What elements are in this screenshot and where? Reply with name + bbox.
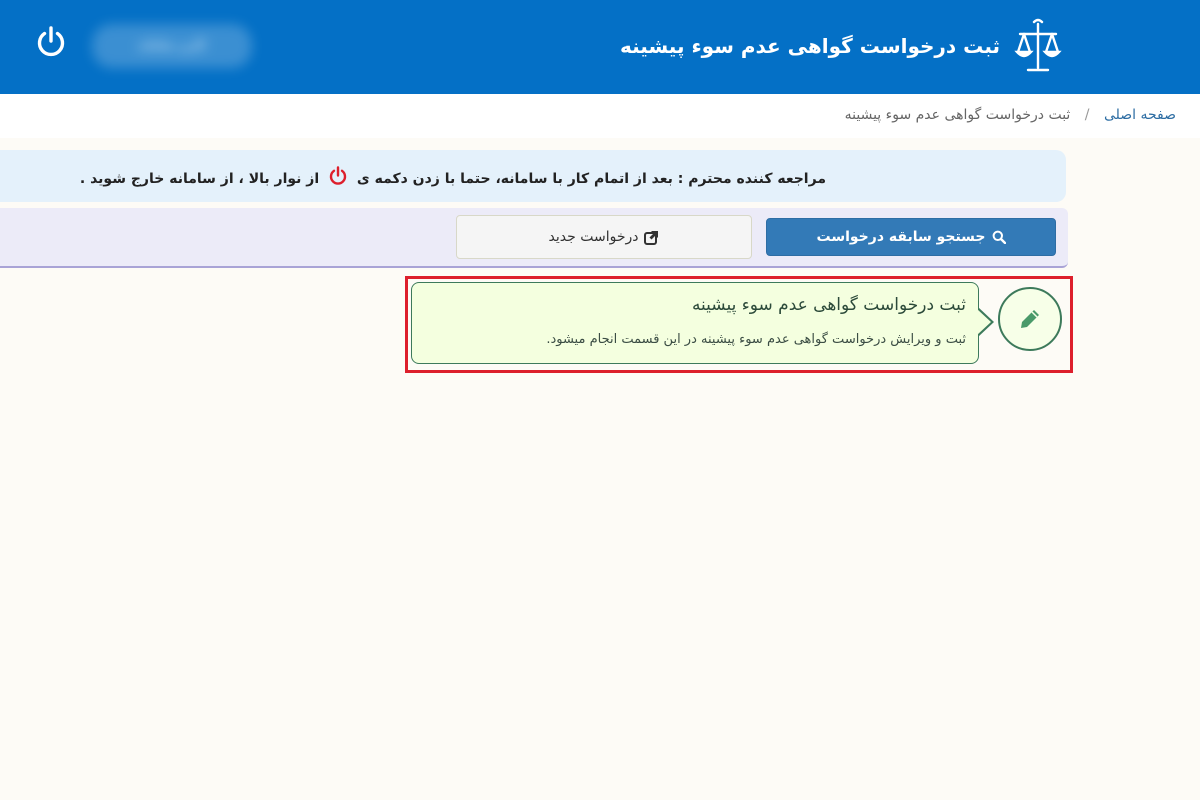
new-request-label: درخواست جدید [548, 229, 639, 245]
search-icon [992, 230, 1006, 244]
breadcrumb-home-link[interactable]: صفحه اصلی [1104, 107, 1176, 123]
new-request-button[interactable]: درخواست جدید [456, 215, 752, 259]
power-icon [329, 166, 347, 185]
logout-power-icon[interactable] [34, 25, 68, 59]
external-link-icon [644, 230, 659, 245]
top-navbar: ثبت درخواست گواهی عدم سوء پیشینه کاربر س… [0, 0, 1200, 94]
action-toolbar: جستجو سابقه درخواست درخواست جدید [0, 208, 1068, 268]
alert-text: مراجعه کننده محترم : بعد از اتمام کار با… [80, 166, 826, 187]
breadcrumb-separator: / [1084, 107, 1090, 123]
alert-text-after: از نوار بالا ، از سامانه خارج شوید . [79, 171, 320, 187]
search-history-button[interactable]: جستجو سابقه درخواست [766, 218, 1056, 256]
alert-text-before: مراجعه کننده محترم : بعد از اتمام کار با… [356, 171, 826, 187]
card-icon-circle[interactable] [998, 287, 1062, 351]
app-title: ثبت درخواست گواهی عدم سوء پیشینه [620, 34, 1000, 58]
card-pointer-fill [977, 309, 991, 335]
pencil-icon [1021, 310, 1039, 328]
card-title: ثبت درخواست گواهی عدم سوء پیشینه [691, 295, 966, 315]
breadcrumb: صفحه اصلی / ثبت درخواست گواهی عدم سوء پی… [845, 107, 1176, 123]
breadcrumb-bar: صفحه اصلی / ثبت درخواست گواهی عدم سوء پی… [0, 94, 1200, 138]
logout-reminder-alert: مراجعه کننده محترم : بعد از اتمام کار با… [0, 150, 1066, 202]
certificate-request-card[interactable]: ثبت درخواست گواهی عدم سوء پیشینه ثبت و و… [411, 282, 979, 364]
search-history-label: جستجو سابقه درخواست [816, 229, 986, 245]
card-description: ثبت و ویرایش درخواست گواهی عدم سوء پیشین… [546, 332, 966, 347]
scales-of-justice-icon [1014, 18, 1062, 72]
breadcrumb-current: ثبت درخواست گواهی عدم سوء پیشینه [844, 107, 1071, 123]
user-name-badge[interactable]: کاربر سامانه [92, 24, 252, 68]
